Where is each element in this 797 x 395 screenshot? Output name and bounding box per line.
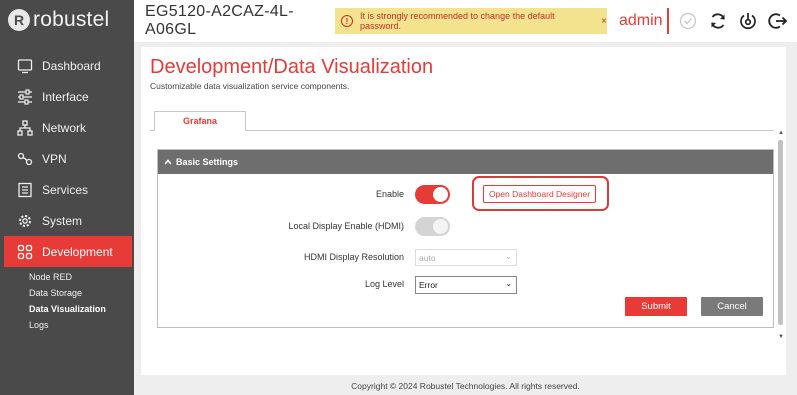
loglevel-select[interactable]: Error ⌄ [415,276,517,294]
warning-text: It is strongly recommended to change the… [360,11,555,31]
chevron-down-icon: ⌄ [505,252,512,261]
password-warning-banner: ! It is strongly recommended to change t… [335,8,607,34]
close-icon[interactable]: × [601,16,607,27]
refresh-icon[interactable] [707,10,729,32]
subnav-item-node-red[interactable]: Node RED [29,269,134,285]
enable-label: Enable [375,189,404,199]
resolution-select[interactable]: auto ⌄ [415,249,517,266]
vpn-icon [16,150,34,168]
gear-icon [16,212,34,230]
subnav-item-logs[interactable]: Logs [29,317,134,333]
section-title: Basic Settings [176,157,239,167]
reboot-icon[interactable] [737,10,759,32]
sidebar-item-system[interactable]: System [0,205,134,236]
sidebar-item-development[interactable]: Development [4,236,132,267]
sidebar-item-label: Services [42,182,89,197]
device-name: EG5120-A2CAZ-4L-A06GL [145,3,294,38]
network-icon [16,119,34,137]
scroll-down-icon[interactable]: ▼ [778,334,784,340]
open-dashboard-designer-button[interactable]: Open Dashboard Designer [483,185,596,203]
enable-row: Enable [157,185,774,205]
sidebar-item-label: VPN [42,151,67,166]
subnav-item-data-storage[interactable]: Data Storage [29,285,134,301]
warning-icon: ! [341,15,353,27]
sidebar-item-dashboard[interactable]: Dashboard [0,50,134,81]
hdmi-label: Local Display Enable (HDMI) [288,221,404,231]
toggle-knob [433,187,448,202]
tab-grafana[interactable]: Grafana [154,111,246,131]
sidebar-nav: Dashboard Interface Network VPN Services [0,50,134,333]
sidebar-item-label: Network [42,120,87,135]
chevron-up-icon [164,157,172,167]
footer-copyright: Copyright © 2024 Robustel Technologies. … [351,381,580,391]
sidebar-item-vpn[interactable]: VPN [0,143,134,174]
loglevel-value: Error [419,280,438,290]
user-name[interactable]: admin [619,12,663,30]
subnav-item-data-visualization[interactable]: Data Visualization [29,301,134,317]
services-icon [16,181,34,199]
loglevel-label: Log Level [364,279,404,289]
logo-text: robustel [33,8,110,31]
sidebar: R robustel Dashboard Interface Network V… [0,0,134,395]
logout-icon[interactable] [767,10,789,32]
scroll-up-icon[interactable]: ▲ [778,130,784,136]
divider [666,8,669,34]
enable-toggle[interactable] [415,185,450,204]
loglevel-row: Log Level Error ⌄ [157,275,774,295]
toggle-knob [433,219,448,234]
sidebar-item-network[interactable]: Network [0,112,134,143]
basic-settings-header[interactable]: Basic Settings [158,150,773,174]
cancel-button[interactable]: Cancel [701,297,763,316]
sidebar-item-label: System [42,213,83,228]
sidebar-item-interface[interactable]: Interface [0,81,134,112]
submit-button[interactable]: Submit [625,297,687,316]
sidebar-item-label: Dashboard [42,58,101,73]
resolution-value: auto [419,252,436,263]
sidebar-item-label: Development [42,244,113,259]
scrollbar[interactable]: ▲ ▼ [776,130,786,340]
resolution-label: HDMI Display Resolution [303,252,404,262]
logo-mark: R [8,9,30,31]
sidebar-item-services[interactable]: Services [0,174,134,205]
resolution-row: HDMI Display Resolution auto ⌄ [157,248,774,268]
hdmi-toggle[interactable] [415,217,450,236]
development-icon [16,243,34,261]
main-panel: Development/Data Visualization Customiza… [141,47,786,375]
check-circle-icon[interactable] [677,10,699,32]
header: EG5120-A2CAZ-4L-A06GL ! It is strongly r… [134,0,797,42]
development-subnav: Node RED Data Storage Data Visualization… [0,269,134,333]
scroll-thumb[interactable] [778,140,783,325]
dashboard-icon [16,57,34,75]
sidebar-item-label: Interface [42,89,89,104]
page-subtitle: Customizable data visualization service … [150,81,350,91]
page-title: Development/Data Visualization [150,56,434,78]
chevron-down-icon: ⌄ [505,279,512,288]
hdmi-row: Local Display Enable (HDMI) [157,217,774,237]
logo: R robustel [0,0,134,40]
sliders-icon [16,88,34,106]
